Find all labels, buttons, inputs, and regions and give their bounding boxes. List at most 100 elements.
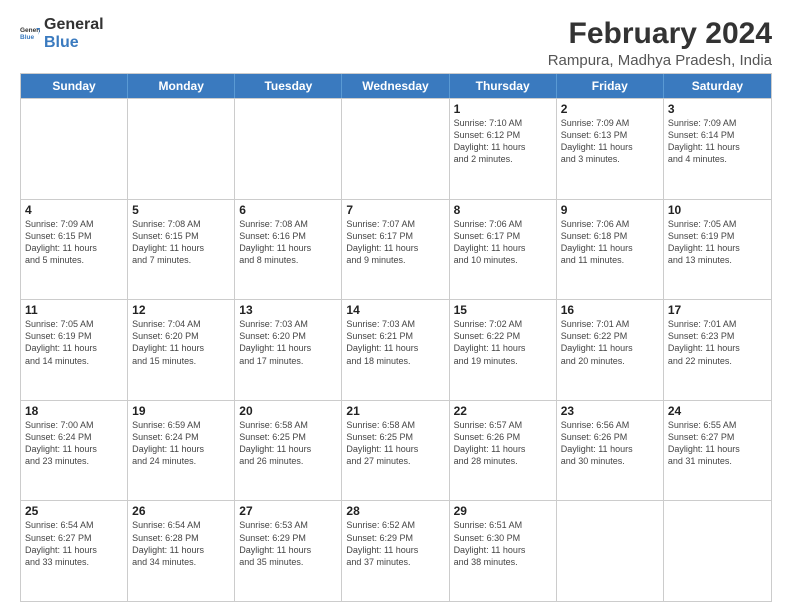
calendar-cell: 24Sunrise: 6:55 AM Sunset: 6:27 PM Dayli… (664, 401, 771, 501)
day-info: Sunrise: 7:10 AM Sunset: 6:12 PM Dayligh… (454, 117, 552, 166)
day-info: Sunrise: 7:03 AM Sunset: 6:20 PM Dayligh… (239, 318, 337, 367)
header-row: General Blue General Blue February 2024 … (20, 16, 772, 69)
day-info: Sunrise: 6:58 AM Sunset: 6:25 PM Dayligh… (239, 419, 337, 468)
calendar-cell (557, 501, 664, 601)
day-number: 25 (25, 504, 123, 518)
calendar-cell: 9Sunrise: 7:06 AM Sunset: 6:18 PM Daylig… (557, 200, 664, 300)
calendar-cell: 21Sunrise: 6:58 AM Sunset: 6:25 PM Dayli… (342, 401, 449, 501)
day-number: 15 (454, 303, 552, 317)
day-number: 4 (25, 203, 123, 217)
calendar-cell: 5Sunrise: 7:08 AM Sunset: 6:15 PM Daylig… (128, 200, 235, 300)
calendar-cell: 11Sunrise: 7:05 AM Sunset: 6:19 PM Dayli… (21, 300, 128, 400)
calendar-cell: 27Sunrise: 6:53 AM Sunset: 6:29 PM Dayli… (235, 501, 342, 601)
day-info: Sunrise: 6:54 AM Sunset: 6:27 PM Dayligh… (25, 519, 123, 568)
calendar-cell: 6Sunrise: 7:08 AM Sunset: 6:16 PM Daylig… (235, 200, 342, 300)
calendar-cell: 16Sunrise: 7:01 AM Sunset: 6:22 PM Dayli… (557, 300, 664, 400)
calendar-cell: 14Sunrise: 7:03 AM Sunset: 6:21 PM Dayli… (342, 300, 449, 400)
day-number: 20 (239, 404, 337, 418)
calendar-cell: 15Sunrise: 7:02 AM Sunset: 6:22 PM Dayli… (450, 300, 557, 400)
day-info: Sunrise: 6:56 AM Sunset: 6:26 PM Dayligh… (561, 419, 659, 468)
day-number: 6 (239, 203, 337, 217)
day-info: Sunrise: 7:07 AM Sunset: 6:17 PM Dayligh… (346, 218, 444, 267)
calendar-cell (342, 99, 449, 199)
day-number: 22 (454, 404, 552, 418)
day-number: 18 (25, 404, 123, 418)
day-info: Sunrise: 6:51 AM Sunset: 6:30 PM Dayligh… (454, 519, 552, 568)
day-number: 16 (561, 303, 659, 317)
calendar-cell: 23Sunrise: 6:56 AM Sunset: 6:26 PM Dayli… (557, 401, 664, 501)
day-number: 14 (346, 303, 444, 317)
header-day-monday: Monday (128, 74, 235, 98)
calendar-cell: 1Sunrise: 7:10 AM Sunset: 6:12 PM Daylig… (450, 99, 557, 199)
calendar-cell: 18Sunrise: 7:00 AM Sunset: 6:24 PM Dayli… (21, 401, 128, 501)
calendar-cell: 28Sunrise: 6:52 AM Sunset: 6:29 PM Dayli… (342, 501, 449, 601)
calendar-cell: 26Sunrise: 6:54 AM Sunset: 6:28 PM Dayli… (128, 501, 235, 601)
day-info: Sunrise: 7:09 AM Sunset: 6:15 PM Dayligh… (25, 218, 123, 267)
day-number: 26 (132, 504, 230, 518)
calendar-week-1: 1Sunrise: 7:10 AM Sunset: 6:12 PM Daylig… (21, 98, 771, 199)
day-info: Sunrise: 6:58 AM Sunset: 6:25 PM Dayligh… (346, 419, 444, 468)
calendar-cell (128, 99, 235, 199)
day-number: 8 (454, 203, 552, 217)
day-info: Sunrise: 6:54 AM Sunset: 6:28 PM Dayligh… (132, 519, 230, 568)
day-info: Sunrise: 6:57 AM Sunset: 6:26 PM Dayligh… (454, 419, 552, 468)
day-info: Sunrise: 7:06 AM Sunset: 6:17 PM Dayligh… (454, 218, 552, 267)
day-number: 3 (668, 102, 767, 116)
day-number: 23 (561, 404, 659, 418)
calendar-cell: 29Sunrise: 6:51 AM Sunset: 6:30 PM Dayli… (450, 501, 557, 601)
logo-icon: General Blue (20, 24, 40, 44)
day-info: Sunrise: 6:59 AM Sunset: 6:24 PM Dayligh… (132, 419, 230, 468)
header-day-wednesday: Wednesday (342, 74, 449, 98)
day-info: Sunrise: 7:02 AM Sunset: 6:22 PM Dayligh… (454, 318, 552, 367)
day-number: 27 (239, 504, 337, 518)
calendar-cell: 20Sunrise: 6:58 AM Sunset: 6:25 PM Dayli… (235, 401, 342, 501)
calendar-header: SundayMondayTuesdayWednesdayThursdayFrid… (21, 74, 771, 98)
header-day-thursday: Thursday (450, 74, 557, 98)
calendar-cell: 4Sunrise: 7:09 AM Sunset: 6:15 PM Daylig… (21, 200, 128, 300)
calendar-cell: 22Sunrise: 6:57 AM Sunset: 6:26 PM Dayli… (450, 401, 557, 501)
day-info: Sunrise: 7:01 AM Sunset: 6:23 PM Dayligh… (668, 318, 767, 367)
calendar-cell: 7Sunrise: 7:07 AM Sunset: 6:17 PM Daylig… (342, 200, 449, 300)
day-info: Sunrise: 7:05 AM Sunset: 6:19 PM Dayligh… (25, 318, 123, 367)
main-title: February 2024 (548, 16, 772, 52)
day-info: Sunrise: 7:01 AM Sunset: 6:22 PM Dayligh… (561, 318, 659, 367)
day-info: Sunrise: 7:09 AM Sunset: 6:14 PM Dayligh… (668, 117, 767, 166)
header-day-saturday: Saturday (664, 74, 771, 98)
header-day-sunday: Sunday (21, 74, 128, 98)
calendar-cell (235, 99, 342, 199)
calendar-cell: 10Sunrise: 7:05 AM Sunset: 6:19 PM Dayli… (664, 200, 771, 300)
day-number: 5 (132, 203, 230, 217)
calendar-week-2: 4Sunrise: 7:09 AM Sunset: 6:15 PM Daylig… (21, 199, 771, 300)
calendar-cell: 17Sunrise: 7:01 AM Sunset: 6:23 PM Dayli… (664, 300, 771, 400)
calendar-cell: 3Sunrise: 7:09 AM Sunset: 6:14 PM Daylig… (664, 99, 771, 199)
svg-text:Blue: Blue (20, 34, 34, 41)
day-number: 19 (132, 404, 230, 418)
header-day-friday: Friday (557, 74, 664, 98)
calendar: SundayMondayTuesdayWednesdayThursdayFrid… (20, 73, 772, 602)
day-info: Sunrise: 7:03 AM Sunset: 6:21 PM Dayligh… (346, 318, 444, 367)
day-number: 29 (454, 504, 552, 518)
day-number: 2 (561, 102, 659, 116)
calendar-week-3: 11Sunrise: 7:05 AM Sunset: 6:19 PM Dayli… (21, 299, 771, 400)
day-info: Sunrise: 7:08 AM Sunset: 6:16 PM Dayligh… (239, 218, 337, 267)
calendar-cell: 13Sunrise: 7:03 AM Sunset: 6:20 PM Dayli… (235, 300, 342, 400)
day-number: 13 (239, 303, 337, 317)
calendar-week-5: 25Sunrise: 6:54 AM Sunset: 6:27 PM Dayli… (21, 500, 771, 601)
day-number: 11 (25, 303, 123, 317)
page: General Blue General Blue February 2024 … (0, 0, 792, 612)
day-info: Sunrise: 7:04 AM Sunset: 6:20 PM Dayligh… (132, 318, 230, 367)
calendar-cell: 8Sunrise: 7:06 AM Sunset: 6:17 PM Daylig… (450, 200, 557, 300)
calendar-cell (664, 501, 771, 601)
day-info: Sunrise: 6:52 AM Sunset: 6:29 PM Dayligh… (346, 519, 444, 568)
day-info: Sunrise: 7:06 AM Sunset: 6:18 PM Dayligh… (561, 218, 659, 267)
calendar-week-4: 18Sunrise: 7:00 AM Sunset: 6:24 PM Dayli… (21, 400, 771, 501)
day-info: Sunrise: 7:09 AM Sunset: 6:13 PM Dayligh… (561, 117, 659, 166)
logo: General Blue General Blue (20, 16, 104, 51)
day-number: 12 (132, 303, 230, 317)
day-info: Sunrise: 7:05 AM Sunset: 6:19 PM Dayligh… (668, 218, 767, 267)
day-info: Sunrise: 7:00 AM Sunset: 6:24 PM Dayligh… (25, 419, 123, 468)
day-number: 7 (346, 203, 444, 217)
header-day-tuesday: Tuesday (235, 74, 342, 98)
calendar-cell: 25Sunrise: 6:54 AM Sunset: 6:27 PM Dayli… (21, 501, 128, 601)
calendar-cell: 19Sunrise: 6:59 AM Sunset: 6:24 PM Dayli… (128, 401, 235, 501)
